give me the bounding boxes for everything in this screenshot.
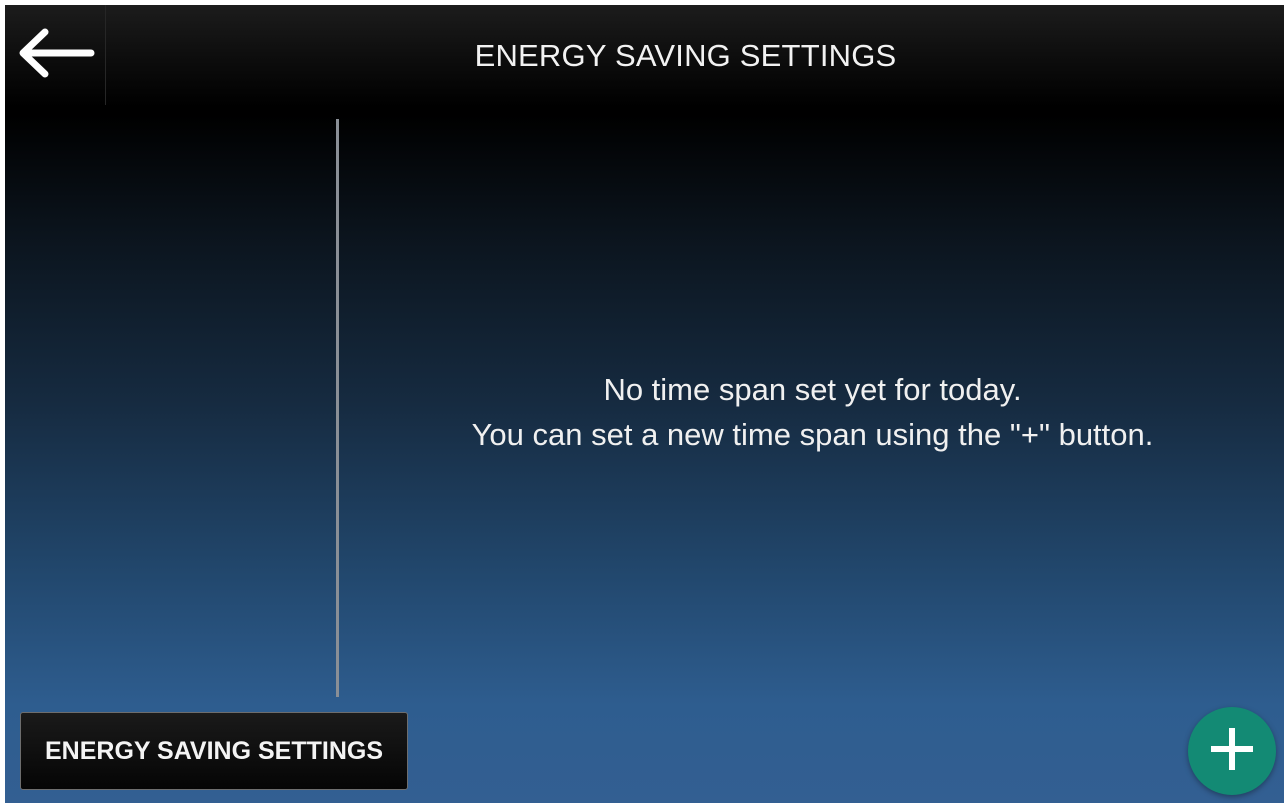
page-title: ENERGY SAVING SETTINGS: [474, 38, 897, 73]
energy-saving-screen: ENERGY SAVING SETTINGS No time span set …: [5, 5, 1284, 803]
back-button[interactable]: [5, 5, 106, 105]
vertical-divider: [336, 119, 339, 697]
add-time-span-button[interactable]: [1188, 707, 1276, 795]
header-bar: ENERGY SAVING SETTINGS: [5, 5, 1284, 107]
energy-saving-settings-button[interactable]: ENERGY SAVING SETTINGS: [20, 712, 408, 790]
empty-state-line-2: You can set a new time span using the "+…: [471, 417, 1154, 452]
plus-icon: [1211, 727, 1253, 775]
arrow-left-icon: [15, 26, 95, 85]
empty-state-message: No time span set yet for today. You can …: [341, 367, 1284, 457]
empty-state-line-1: No time span set yet for today.: [603, 372, 1022, 407]
